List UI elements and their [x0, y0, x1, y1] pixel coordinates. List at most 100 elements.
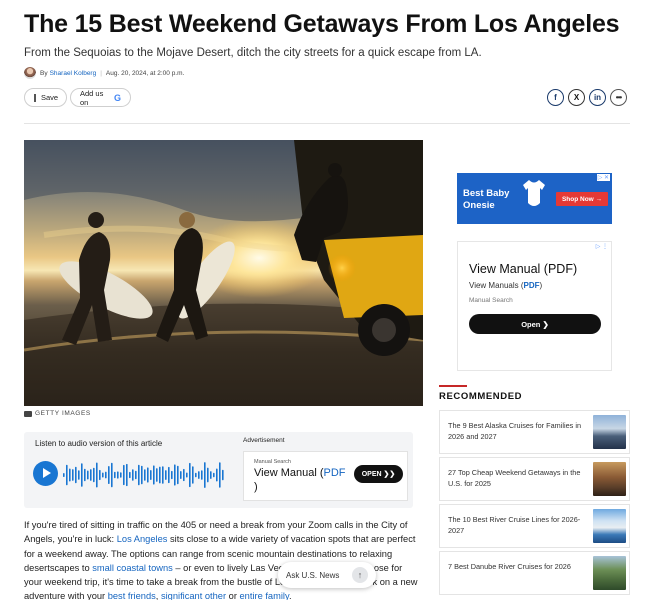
inline-ad-headline-part1: View Manual (	[254, 467, 324, 479]
waveform-bar	[99, 469, 101, 481]
shop-now-button[interactable]: Shop Now →	[556, 192, 608, 206]
arrow-up-icon: ↑	[352, 567, 368, 583]
recommended-item-title: 27 Top Cheap Weekend Getaways in the U.S…	[448, 468, 581, 488]
sidebar-ad1-line2: Onesie	[463, 200, 495, 211]
waveform-bar	[204, 462, 206, 488]
waveform-bar	[117, 471, 119, 479]
inline-ad-headline-pdf: PDF	[323, 467, 346, 479]
ask-label: Ask U.S. News	[286, 570, 340, 580]
sidebar-ad-baby-onesie[interactable]: Best Baby Onesie Shop Now → ▷ ✕	[457, 173, 612, 224]
ask-us-news-button[interactable]: Ask U.S. News ↑	[278, 562, 376, 588]
waveform-bar	[66, 464, 68, 486]
best-friends-link[interactable]: best friends	[108, 591, 156, 600]
inline-ad-open-button[interactable]: OPEN ❯❯	[354, 465, 403, 483]
recommended-item[interactable]: 7 Best Danube River Cruises for 2026	[439, 551, 630, 595]
waveform-bar	[120, 472, 122, 478]
surfers-sunset-illustration	[24, 140, 423, 406]
recommended-item-title: The 9 Best Alaska Cruises for Families i…	[448, 421, 582, 441]
waveform-bar	[108, 465, 110, 485]
waveform-bar	[69, 468, 71, 482]
publish-date: Aug. 20, 2024, at 2:00 p.m.	[105, 69, 185, 77]
add-us-label: Add us on	[80, 88, 104, 107]
x-share-icon[interactable]: X	[568, 89, 585, 106]
waveform-bar	[192, 466, 194, 484]
inline-ad-headline: View Manual (PDF)	[254, 466, 354, 494]
waveform-bar	[219, 462, 221, 488]
waveform-bar	[96, 462, 98, 488]
linkedin-share-icon[interactable]: in	[589, 89, 606, 106]
byline: By Sharael Kolberg | Aug. 20, 2024, at 2…	[24, 66, 184, 80]
waveform-bar	[114, 471, 116, 479]
avatar	[24, 67, 36, 79]
byline-prefix: By	[40, 69, 48, 77]
inline-ad-source: Manual Search	[254, 459, 291, 465]
waveform-bar	[201, 470, 203, 480]
sidebar-ad2-source: Manual Search	[469, 297, 513, 304]
onesie-icon	[523, 180, 545, 206]
waveform-bar	[75, 466, 77, 484]
waveform-bar	[156, 468, 158, 482]
save-button[interactable]: Save	[24, 88, 67, 107]
entire-family-link[interactable]: entire family	[240, 591, 289, 600]
sidebar-ad-view-manual[interactable]: ▷ ⋮ View Manual (PDF) View Manuals (PDF)…	[457, 241, 612, 371]
sidebar-ad1-line1: Best Baby	[463, 188, 510, 199]
byline-separator: |	[100, 69, 102, 77]
recommended-item[interactable]: The 9 Best Alaska Cruises for Families i…	[439, 410, 630, 454]
waveform-bar	[144, 469, 146, 481]
waveform-bar	[123, 464, 125, 486]
recommended-thumbnail	[593, 462, 626, 496]
waveform-bar	[72, 469, 74, 481]
waveform-bar	[198, 471, 200, 479]
significant-other-link[interactable]: significant other	[161, 591, 226, 600]
bookmark-icon	[34, 93, 36, 102]
waveform-bar	[180, 471, 182, 479]
waveform-bar	[159, 466, 161, 484]
waveform-bar	[165, 470, 167, 480]
audio-label: Listen to audio version of this article	[35, 439, 163, 448]
play-icon[interactable]	[33, 461, 58, 486]
recommended-item[interactable]: The 10 Best River Cruise Lines for 2026-…	[439, 504, 630, 548]
waveform-bar	[147, 467, 149, 483]
waveform-bar	[168, 466, 170, 484]
adchoices-icon[interactable]: ▷ ⋮	[594, 243, 609, 250]
facebook-share-icon[interactable]: f	[547, 89, 564, 106]
image-credit-text: GETTY IMAGES	[35, 410, 91, 417]
more-share-icon[interactable]: •••	[610, 89, 627, 106]
article-subtitle: From the Sequoias to the Mojave Desert, …	[24, 47, 482, 59]
hero-image	[24, 140, 423, 406]
waveform-bar	[102, 472, 104, 478]
waveform-bar	[186, 472, 188, 478]
waveform-bar	[105, 471, 107, 479]
google-icon: G	[113, 92, 121, 103]
author-link[interactable]: Sharael Kolberg	[50, 70, 97, 77]
recommended-item-title: The 10 Best River Cruise Lines for 2026-…	[448, 515, 581, 535]
save-label: Save	[41, 93, 59, 102]
inline-ad[interactable]: Manual Search View Manual (PDF) OPEN ❯❯	[243, 451, 408, 501]
waveform-bar	[126, 463, 128, 487]
sidebar-ad2-open-button[interactable]: Open ❯	[469, 314, 601, 334]
waveform-bar	[174, 464, 176, 486]
waveform-bar	[183, 468, 185, 482]
recommended-thumbnail	[593, 556, 626, 590]
waveform-icon[interactable]	[63, 455, 225, 495]
sidebar-ad2-sub-part2: )	[539, 281, 543, 290]
waveform-bar	[207, 467, 209, 483]
page-title: The 15 Best Weekend Getaways From Los An…	[24, 10, 620, 38]
sidebar-ad2-sub-pdf: PDF	[523, 281, 540, 290]
recommended-thumbnail	[593, 509, 626, 543]
waveform-bar	[138, 464, 140, 486]
waveform-bar	[213, 472, 215, 478]
sidebar-ad2-sub: View Manuals (PDF)	[469, 281, 542, 290]
waveform-bar	[150, 470, 152, 480]
waveform-bar	[132, 469, 134, 481]
waveform-bar	[129, 471, 131, 479]
recommended-item[interactable]: 27 Top Cheap Weekend Getaways in the U.S…	[439, 457, 630, 501]
header-divider	[24, 123, 630, 124]
los-angeles-link[interactable]: Los Angeles	[117, 534, 168, 544]
small-coastal-towns-link[interactable]: small coastal towns	[92, 563, 173, 573]
waveform-bar	[195, 472, 197, 478]
add-us-on-google-button[interactable]: Add us on G	[70, 88, 131, 107]
adchoices-icon[interactable]: ▷ ✕	[596, 174, 610, 181]
waveform-bar	[78, 470, 80, 480]
waveform-bar	[162, 466, 164, 484]
